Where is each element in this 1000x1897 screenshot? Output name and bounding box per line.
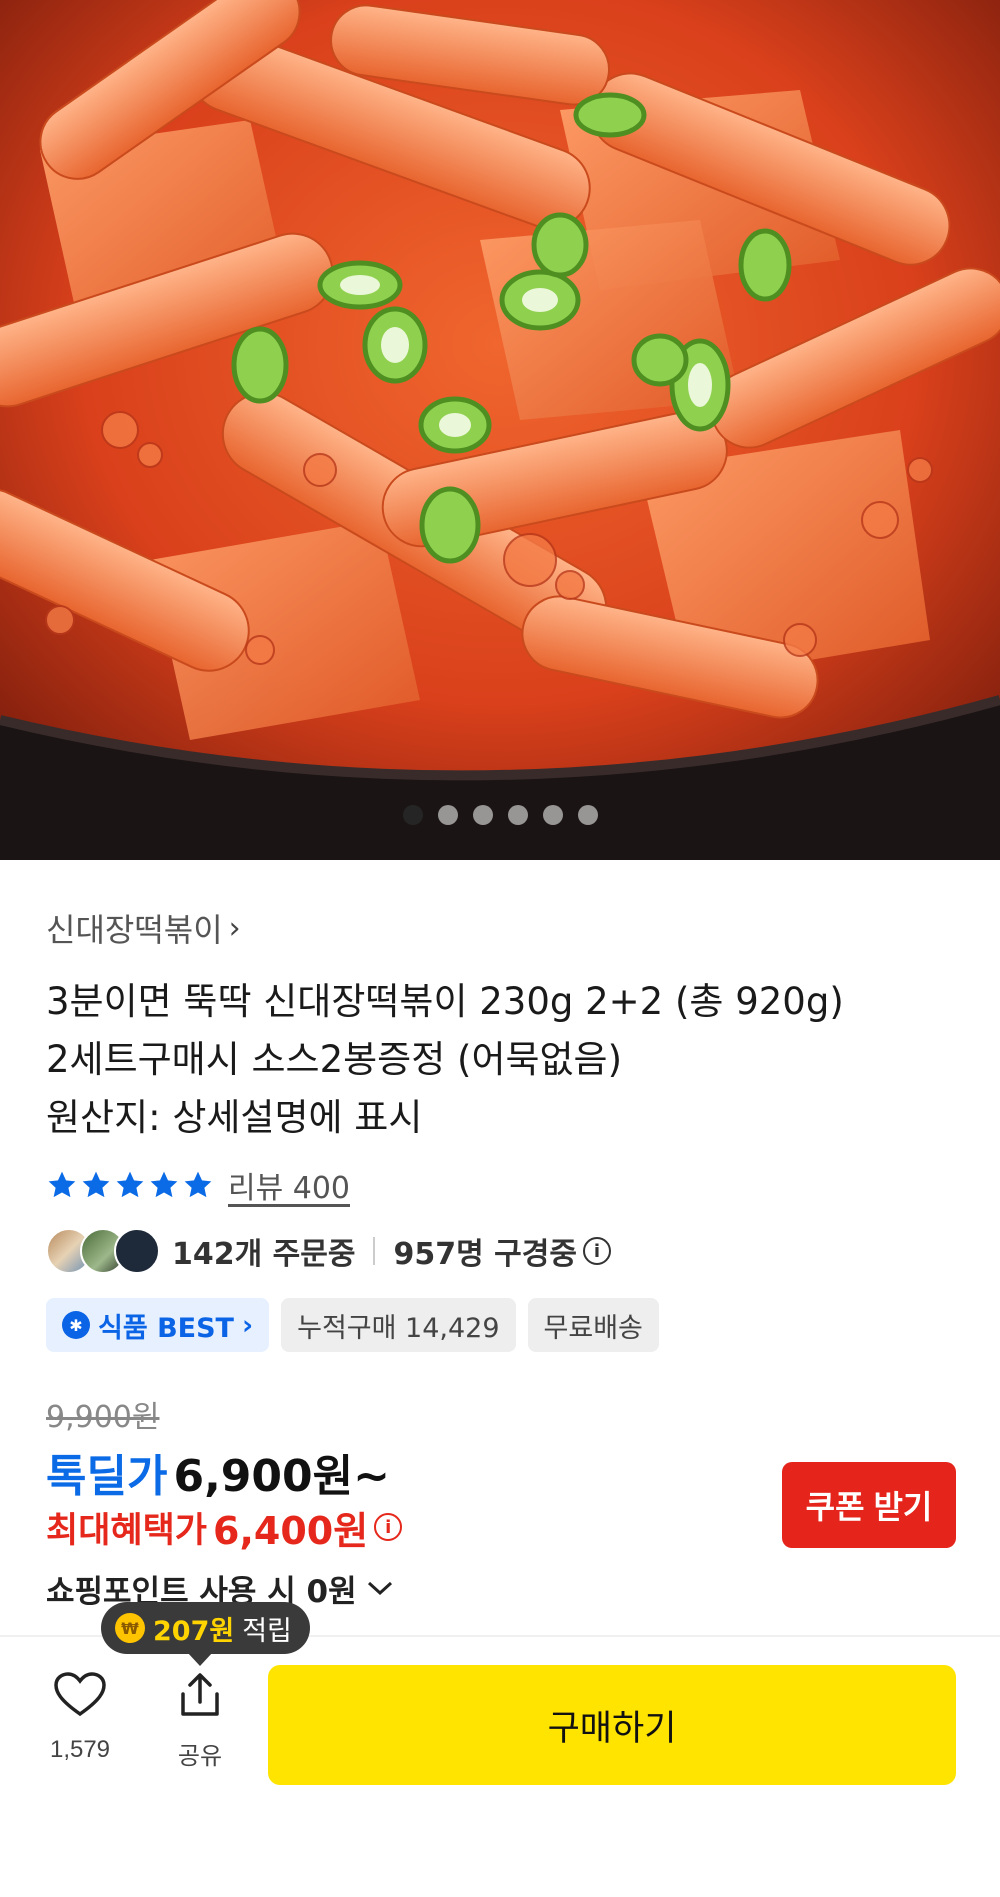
image-pagination[interactable] [0,805,1000,825]
share-label: 공유 [177,1743,223,1770]
chevron-down-icon [367,1581,392,1596]
sale-price: 6,900원~ [173,1451,390,1502]
pagination-dot[interactable] [437,805,458,825]
max-benefit-row: 최대혜택가 6,400원 i [46,1502,403,1553]
star-icon [184,1171,212,1198]
store-link[interactable]: 신대장떡볶이 › [46,905,956,951]
tooltip-arrow [187,1652,213,1666]
badge-label: 식품 BEST [98,1312,234,1344]
cumulative-purchase-badge: 누적구매 14,429 [281,1298,516,1352]
share-button[interactable]: 공유 [160,1672,240,1771]
max-benefit-price: 6,400원 [213,1508,369,1553]
coin-icon: ₩ [115,1613,145,1643]
gear-badge-icon: ✱ [62,1311,90,1339]
get-coupon-button[interactable]: 쿠폰 받기 [782,1462,956,1548]
social-proof-row: 142개 주문중 957명 구경중 i [46,1225,611,1277]
pagination-dot[interactable] [472,805,493,825]
title-line: 3분이면 뚝딱 신대장떡볶이 230g 2+2 (총 920g) [46,980,844,1023]
reward-amount: 207원 [153,1615,235,1647]
free-shipping-badge: 무료배송 [527,1298,659,1352]
like-count: 1,579 [49,1736,111,1763]
sale-label: 톡딜가 [46,1451,168,1502]
title-line: 원산지: 상세설명에 표시 [46,1096,423,1139]
pagination-dot[interactable] [507,805,528,825]
point-reward-tooltip: ₩ 207원 적립 [101,1602,310,1654]
buy-button[interactable]: 구매하기 [268,1665,956,1785]
rating-row: 리뷰 400 [46,1162,350,1208]
pagination-dot[interactable] [542,805,563,825]
heart-icon [54,1672,106,1717]
info-icon[interactable]: i [374,1513,403,1541]
info-icon[interactable]: i [582,1237,611,1265]
max-benefit-label: 최대혜택가 [46,1510,208,1551]
avatar [114,1228,160,1274]
orders-count: 142개 주문중 [172,1237,356,1272]
product-image[interactable] [0,0,1000,860]
review-link[interactable]: 리뷰 400 [228,1163,350,1207]
star-icon [48,1171,76,1198]
sale-price-row: 톡딜가 6,900원~ [46,1440,390,1502]
pagination-dot[interactable] [577,805,598,825]
original-price: 9,900원 [46,1400,160,1435]
food-best-badge[interactable]: ✱ 식품 BEST › [46,1298,270,1352]
store-name: 신대장떡볶이 [46,911,223,949]
star-icon [116,1171,144,1198]
badge-row: ✱ 식품 BEST › 누적구매 14,429 무료배송 [46,1298,659,1352]
product-info: 신대장떡볶이 › 3분이면 뚝딱 신대장떡볶이 230g 2+2 (총 920g… [46,905,956,1147]
reward-suffix: 적립 [242,1615,292,1647]
divider [373,1237,376,1265]
chevron-right-icon: › [241,1309,254,1341]
product-title: 3분이면 뚝딱 신대장떡볶이 230g 2+2 (총 920g) 2세트구매시 … [46,973,956,1147]
star-icon [82,1171,110,1198]
star-icon [150,1171,178,1198]
viewers-count: 957명 구경중 [393,1237,577,1272]
share-icon [181,1673,219,1716]
social-proof-text: 142개 주문중 957명 구경중 i [172,1229,611,1273]
rating-stars [46,1169,214,1201]
pagination-dot[interactable] [402,805,423,825]
chevron-right-icon: › [228,910,241,946]
tteokbokki-photo [0,0,1000,860]
buyer-avatars [46,1228,160,1274]
title-line: 2세트구매시 소스2봉증정 (어묵없음) [46,1038,623,1081]
like-button[interactable]: 1,579 [40,1672,120,1764]
